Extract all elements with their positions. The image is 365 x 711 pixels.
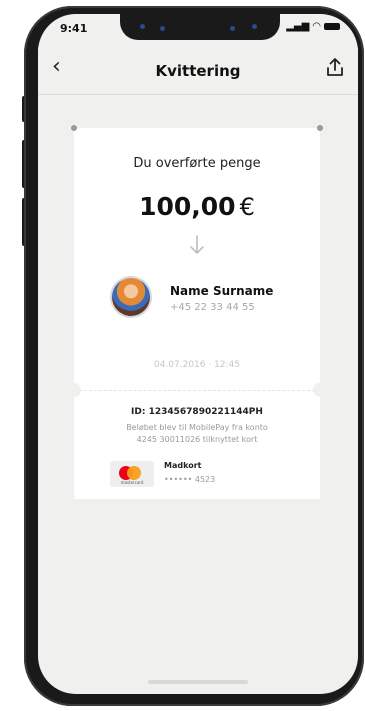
notch-speaker (230, 26, 235, 31)
notch-camera (160, 26, 165, 31)
receipt-heading: Du overførte penge (133, 156, 261, 171)
home-indicator (148, 680, 248, 684)
wifi-icon: ◠ (312, 21, 321, 32)
amount-currency: € (239, 193, 255, 221)
status-time: 9:41 (60, 22, 88, 35)
share-icon[interactable] (324, 56, 346, 82)
amount-row: 100,00 € (74, 192, 320, 221)
card-number: •••••• 4523 (164, 475, 216, 484)
signal-icon: ▂▄▆ (286, 21, 310, 32)
transaction-id: ID: 1234567890221144PH (131, 407, 263, 417)
receipt-top-section: Du overførte penge 100,00 € Name Surname … (67, 125, 327, 397)
page-title: Kvittering (155, 62, 241, 80)
receipt-card: Du overførte penge 100,00 € Name Surname … (67, 125, 327, 499)
transaction-date: 04.07.2016 · 12:45 (153, 360, 241, 370)
recipient-phone: +45 22 33 44 55 (170, 302, 255, 313)
navbar: ‹ Kvittering (38, 46, 358, 95)
avatar (112, 278, 150, 316)
amount-value: 100,00 (139, 192, 236, 221)
phone-screen: 9:41 ▂▄▆ ◠ ‹ Kvittering Du overførte pen… (38, 14, 358, 694)
arrow-down-icon-svg (190, 235, 204, 254)
recipient-name: Name Surname (170, 284, 274, 298)
arrow-down-icon (189, 234, 205, 260)
notch-sensor-2 (252, 24, 257, 29)
notch (120, 14, 280, 40)
account-info-line-2: 4245 30011026 tilknyttet kort (136, 435, 258, 444)
battery-icon (324, 23, 340, 30)
status-icons: ▂▄▆ ◠ (286, 21, 340, 32)
mastercard-brand-text: mastercard (120, 480, 144, 485)
share-icon-svg (327, 58, 343, 76)
pin-left (71, 125, 77, 131)
mastercard-logo: mastercard (110, 461, 154, 487)
receipt-bottom-section: ID: 1234567890221144PH Beløbet blev til … (74, 391, 320, 499)
notch-sensor (140, 24, 145, 29)
pin-right (317, 125, 323, 131)
account-info-line-1: Beløbet blev til MobilePay fra konto (126, 423, 268, 432)
mastercard-yellow-circle (127, 466, 141, 480)
card-name: Madkort (164, 461, 202, 470)
